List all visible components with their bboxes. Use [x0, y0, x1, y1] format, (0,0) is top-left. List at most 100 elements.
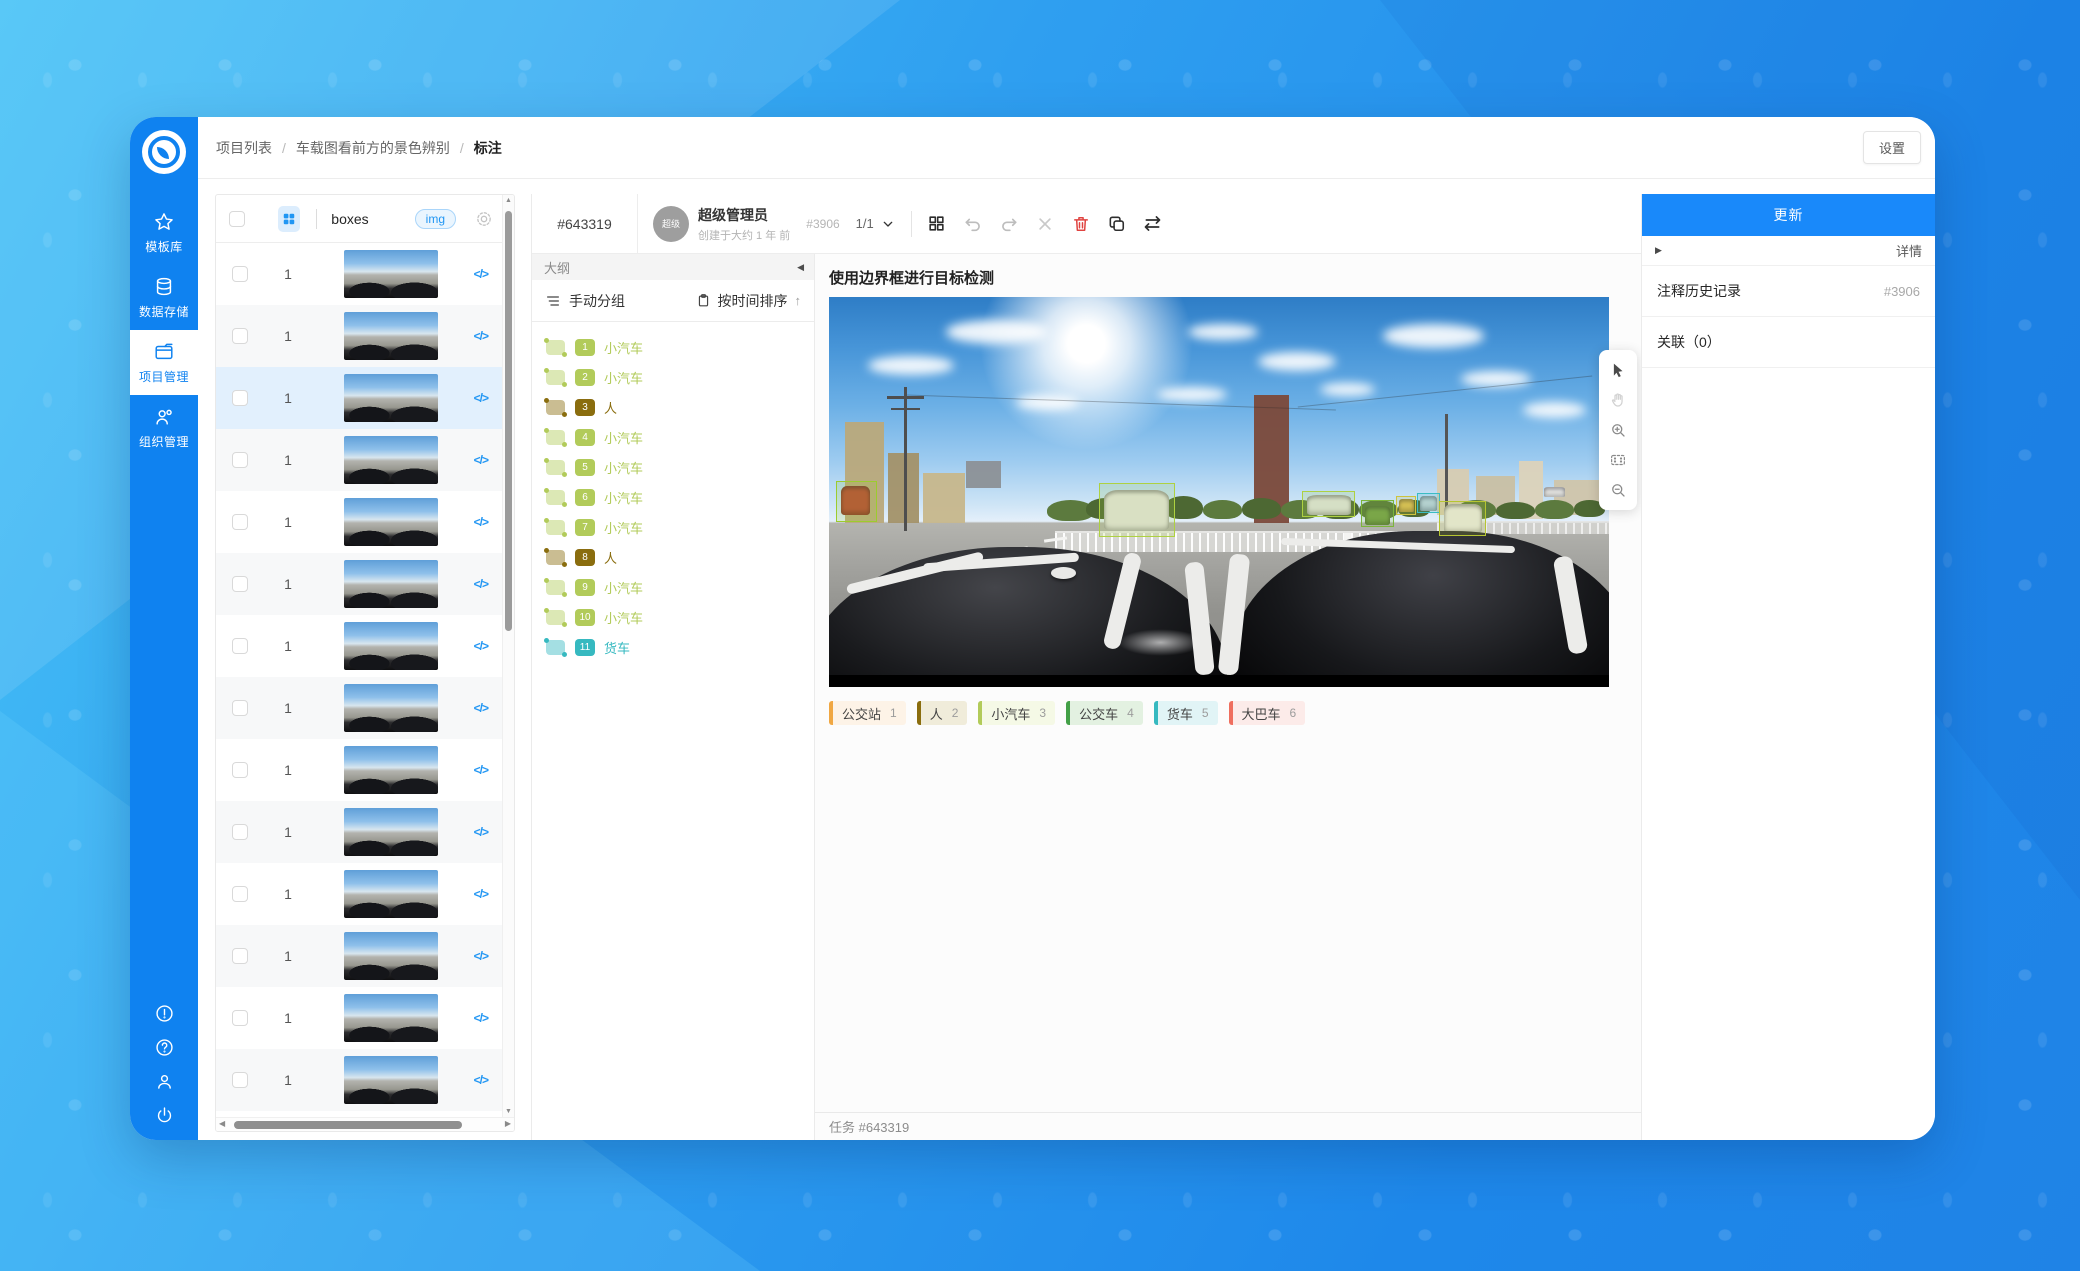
bounding-box[interactable]: [836, 481, 877, 522]
zoom-in-button[interactable]: [1603, 415, 1633, 445]
list-settings-gear[interactable]: [474, 209, 494, 229]
task-thumbnail[interactable]: [344, 994, 438, 1042]
code-view-icon[interactable]: </>: [474, 267, 488, 281]
outline-item[interactable]: 2小汽车: [546, 362, 814, 392]
sort-mode-button[interactable]: 按时间排序 ↑: [696, 291, 802, 311]
expand-details-icon[interactable]: ▶: [1655, 245, 1662, 256]
task-thumbnail[interactable]: [344, 250, 438, 298]
row-checkbox[interactable]: [232, 1072, 248, 1088]
select-all-checkbox[interactable]: [229, 211, 245, 227]
code-view-icon[interactable]: </>: [474, 453, 488, 467]
task-thumbnail[interactable]: [344, 746, 438, 794]
task-thumbnail[interactable]: [344, 808, 438, 856]
task-row[interactable]: 1</>: [216, 677, 502, 739]
cursor-tool-button[interactable]: [1603, 355, 1633, 385]
code-view-icon[interactable]: </>: [474, 825, 488, 839]
row-checkbox[interactable]: [232, 390, 248, 406]
outline-item[interactable]: 6小汽车: [546, 482, 814, 512]
update-button[interactable]: 更新: [1642, 194, 1935, 236]
row-checkbox[interactable]: [232, 762, 248, 778]
task-thumbnail[interactable]: [344, 374, 438, 422]
task-row[interactable]: 1</>: [216, 243, 502, 305]
task-row[interactable]: 1</>: [216, 305, 502, 367]
sidebar-item-project-management[interactable]: 项目管理: [130, 330, 198, 395]
row-checkbox[interactable]: [232, 824, 248, 840]
task-thumbnail[interactable]: [344, 932, 438, 980]
task-row[interactable]: 1</>: [216, 987, 502, 1049]
task-thumbnail[interactable]: [344, 312, 438, 360]
outline-item[interactable]: 10小汽车: [546, 602, 814, 632]
task-thumbnail[interactable]: [344, 560, 438, 608]
task-row[interactable]: 1</>: [216, 367, 502, 429]
label-chip[interactable]: 人2: [917, 701, 968, 725]
breadcrumb-item[interactable]: 车载图看前方的景色辨别: [296, 138, 450, 158]
breadcrumb-item[interactable]: 项目列表: [216, 138, 272, 158]
label-chip[interactable]: 公交站1: [829, 701, 906, 725]
bounding-box[interactable]: [1396, 496, 1416, 515]
info-icon[interactable]: [154, 1003, 175, 1024]
row-checkbox[interactable]: [232, 328, 248, 344]
code-view-icon[interactable]: </>: [474, 639, 488, 653]
task-row[interactable]: 1</>: [216, 1049, 502, 1111]
panorama-image[interactable]: [829, 297, 1609, 687]
user-icon[interactable]: [154, 1071, 175, 1092]
sidebar-item-template-library[interactable]: 模板库: [130, 200, 198, 265]
horizontal-scrollbar[interactable]: ◀ ▶: [216, 1117, 514, 1131]
row-checkbox[interactable]: [232, 948, 248, 964]
collapse-panel-icon[interactable]: ◀: [797, 262, 804, 273]
outline-item[interactable]: 3人: [546, 392, 814, 422]
redo-button[interactable]: [997, 212, 1021, 236]
row-checkbox[interactable]: [232, 886, 248, 902]
zoom-out-button[interactable]: [1603, 475, 1633, 505]
outline-item[interactable]: 4小汽车: [546, 422, 814, 452]
bounding-box[interactable]: [1361, 500, 1394, 527]
task-row[interactable]: 1</>: [216, 739, 502, 801]
row-checkbox[interactable]: [232, 700, 248, 716]
duplicate-button[interactable]: [1105, 212, 1129, 236]
outline-item[interactable]: 11货车: [546, 632, 814, 662]
code-view-icon[interactable]: </>: [474, 391, 488, 405]
bounding-box[interactable]: [1417, 493, 1440, 513]
app-logo[interactable]: [142, 130, 186, 174]
task-thumbnail[interactable]: [344, 870, 438, 918]
bounding-box[interactable]: [1302, 491, 1355, 517]
row-checkbox[interactable]: [232, 1010, 248, 1026]
fit-screen-button[interactable]: [1603, 445, 1633, 475]
task-row[interactable]: 1</>: [216, 863, 502, 925]
label-chip[interactable]: 货车5: [1154, 701, 1218, 725]
settings-button[interactable]: 设置: [1863, 131, 1921, 164]
row-checkbox[interactable]: [232, 514, 248, 530]
grid-view-icon[interactable]: [278, 206, 300, 232]
task-row[interactable]: 1</>: [216, 429, 502, 491]
help-icon[interactable]: [154, 1037, 175, 1058]
scroll-down-icon[interactable]: ▼: [503, 1108, 514, 1115]
task-thumbnail[interactable]: [344, 684, 438, 732]
task-thumbnail[interactable]: [344, 498, 438, 546]
relations-row[interactable]: 关联（0）: [1642, 317, 1935, 368]
bounding-box[interactable]: [1439, 501, 1486, 537]
code-view-icon[interactable]: </>: [474, 949, 488, 963]
label-chip[interactable]: 小汽车3: [978, 701, 1055, 725]
outline-item[interactable]: 1小汽车: [546, 332, 814, 362]
bounding-box[interactable]: [1099, 483, 1175, 537]
delete-button[interactable]: [1069, 212, 1093, 236]
code-view-icon[interactable]: </>: [474, 577, 488, 591]
row-checkbox[interactable]: [232, 638, 248, 654]
layout-grid-button[interactable]: [925, 212, 949, 236]
vertical-scrollbar[interactable]: ▲ ▼: [502, 195, 514, 1117]
undo-button[interactable]: [961, 212, 985, 236]
pan-tool-button[interactable]: [1603, 385, 1633, 415]
task-thumbnail[interactable]: [344, 1056, 438, 1104]
task-row[interactable]: 1</>: [216, 925, 502, 987]
task-row[interactable]: 1</>: [216, 615, 502, 677]
task-row[interactable]: 1</>: [216, 491, 502, 553]
label-chip[interactable]: 大巴车6: [1229, 701, 1306, 725]
group-mode-button[interactable]: 手动分组: [545, 291, 625, 311]
scroll-left-icon[interactable]: ◀: [219, 1119, 225, 1128]
transfer-button[interactable]: [1141, 212, 1165, 236]
scrollbar-thumb[interactable]: [234, 1121, 462, 1129]
label-chip[interactable]: 公交车4: [1066, 701, 1143, 725]
code-view-icon[interactable]: </>: [474, 763, 488, 777]
power-icon[interactable]: [154, 1105, 175, 1126]
scrollbar-thumb[interactable]: [505, 211, 512, 631]
